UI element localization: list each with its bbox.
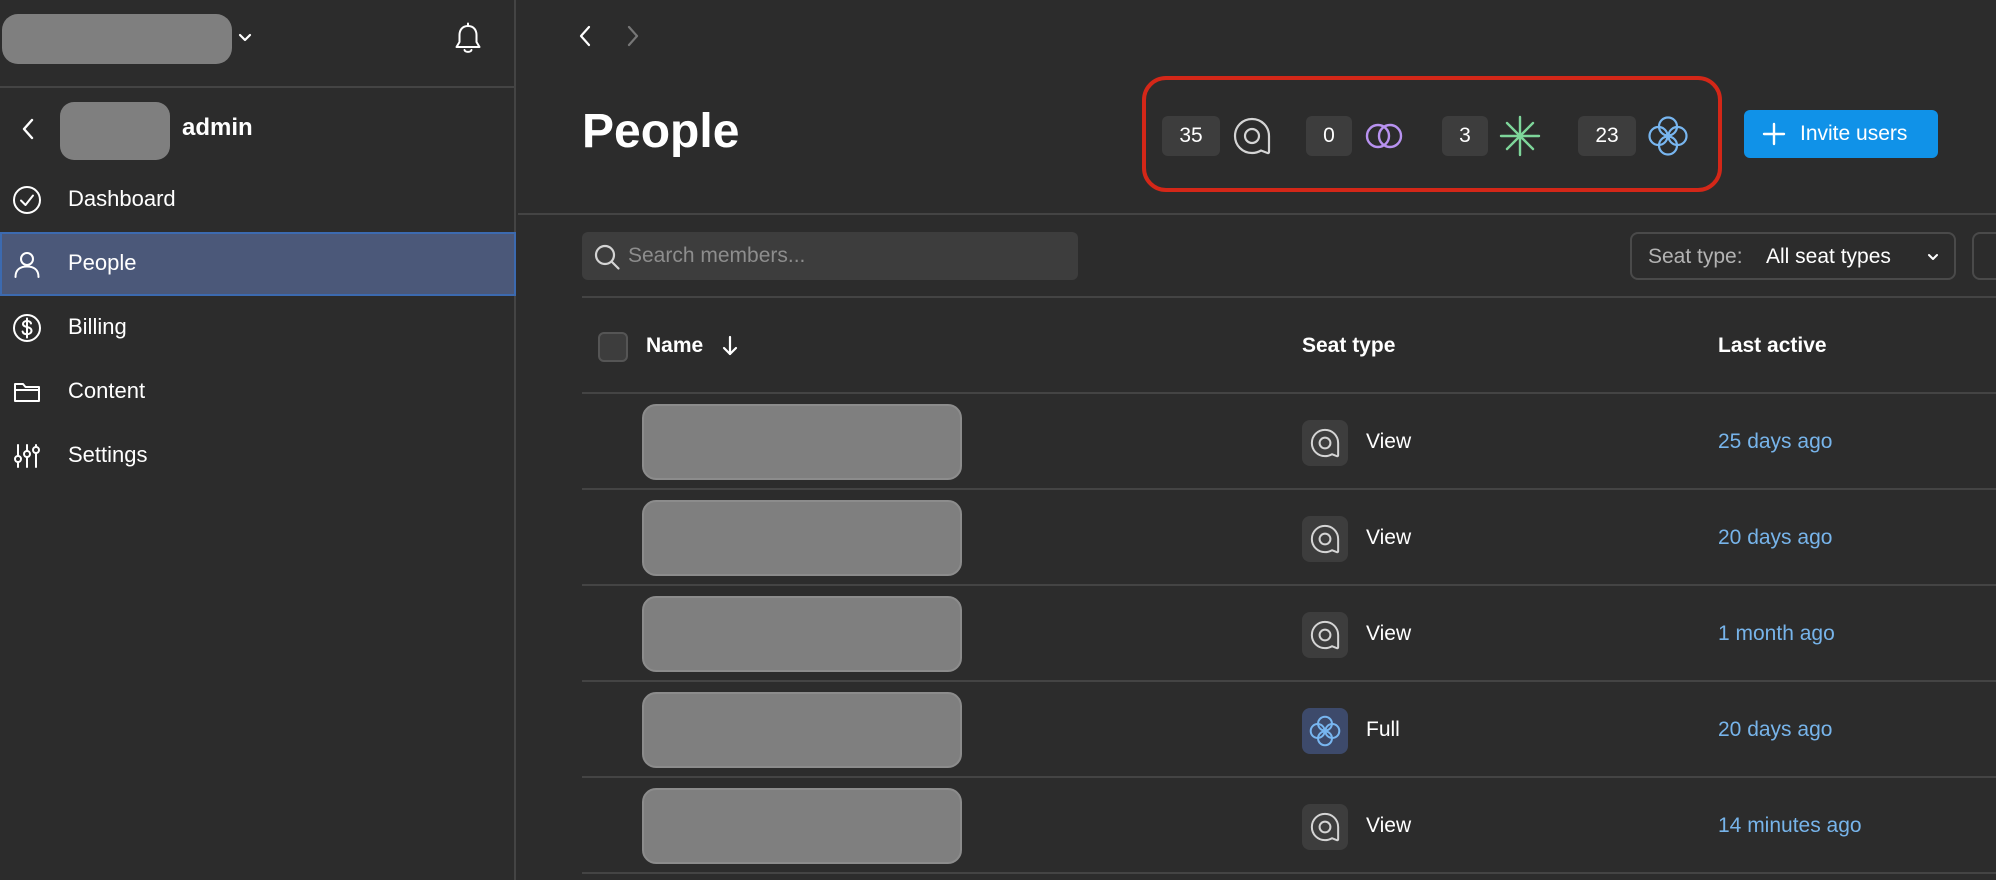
seat-badge <box>1302 612 1348 658</box>
last-active-value: 1 month ago <box>1718 622 1835 645</box>
admin-header: admin <box>0 100 516 160</box>
plus-icon <box>1762 122 1786 146</box>
view-seat-count: 35 <box>1162 116 1220 156</box>
collab-seat-count: 0 <box>1306 116 1352 156</box>
sort-arrow-icon[interactable] <box>720 334 740 358</box>
view-seat-icon <box>1310 812 1340 842</box>
sidebar-item-content[interactable]: Content <box>0 360 516 424</box>
sidebar: admin Dashboard People Billing Content S… <box>0 0 516 880</box>
chevron-down-icon <box>1928 254 1938 260</box>
last-active-value: 20 days ago <box>1718 718 1833 741</box>
table-row[interactable]: View 1 month ago <box>582 586 1996 682</box>
sidebar-item-people[interactable]: People <box>0 232 516 296</box>
sidebar-item-billing[interactable]: Billing <box>0 296 516 360</box>
full-seat-count: 23 <box>1578 116 1636 156</box>
table-row[interactable]: View 20 days ago <box>582 490 1996 586</box>
invite-users-button[interactable]: Invite users <box>1744 110 1938 158</box>
member-name-redacted <box>642 596 962 672</box>
sidebar-item-label: Content <box>68 378 146 403</box>
invite-users-label: Invite users <box>1800 122 1908 145</box>
table-header: Name Seat type Last active <box>582 296 1996 394</box>
admin-label: admin <box>182 114 253 141</box>
seat-type-label[interactable]: View <box>1366 622 1411 646</box>
sidebar-item-label: People <box>68 250 137 275</box>
sliders-icon <box>14 444 40 468</box>
member-name-redacted <box>642 404 962 480</box>
column-header-last-active[interactable]: Last active <box>1718 334 1827 358</box>
chevron-left-icon[interactable] <box>574 22 596 50</box>
seat-badge <box>1302 420 1348 466</box>
sidebar-item-label: Billing <box>68 314 127 339</box>
collab-seat-icon <box>1365 123 1403 149</box>
view-seat-icon <box>1310 428 1340 458</box>
chevron-right-icon[interactable] <box>622 22 644 50</box>
table-row[interactable]: View 25 days ago <box>582 394 1996 490</box>
seat-badge <box>1302 804 1348 850</box>
filter-label: Seat type: <box>1648 245 1743 268</box>
folder-icon <box>14 383 40 402</box>
select-all-checkbox[interactable] <box>598 332 628 362</box>
seat-badge <box>1302 516 1348 562</box>
sidebar-header <box>0 0 516 88</box>
search-input[interactable] <box>628 232 1068 280</box>
seat-badge <box>1302 708 1348 754</box>
member-name-redacted <box>642 788 962 864</box>
view-seat-icon <box>1310 524 1340 554</box>
last-active-value: 20 days ago <box>1718 526 1833 549</box>
org-avatar <box>60 102 170 160</box>
org-switcher[interactable] <box>2 14 232 64</box>
back-arrow-icon[interactable] <box>18 116 38 142</box>
member-name-redacted <box>642 500 962 576</box>
seat-type-label[interactable]: View <box>1366 430 1411 454</box>
filter-value: All seat types <box>1766 245 1891 268</box>
full-seat-icon <box>1309 715 1341 747</box>
seat-summary: 35 0 3 23 <box>1142 76 1722 192</box>
column-header-seat-type[interactable]: Seat type <box>1302 334 1395 358</box>
header-divider <box>518 213 1996 215</box>
sidebar-item-dashboard[interactable]: Dashboard <box>0 168 516 232</box>
seat-type-filter[interactable]: Seat type: All seat types <box>1630 232 1956 280</box>
dev-seat-icon <box>1499 115 1541 157</box>
additional-filter[interactable] <box>1972 232 1996 280</box>
table-row[interactable]: Full 20 days ago <box>582 682 1996 778</box>
column-header-name[interactable]: Name <box>646 334 703 358</box>
view-seat-icon <box>1233 117 1271 155</box>
view-seat-icon <box>1310 620 1340 650</box>
last-active-value: 25 days ago <box>1718 430 1833 453</box>
last-active-value: 14 minutes ago <box>1718 814 1862 837</box>
full-seat-icon <box>1648 116 1688 156</box>
dev-seat-count: 3 <box>1442 116 1488 156</box>
seat-type-label[interactable]: View <box>1366 526 1411 550</box>
sidebar-item-label: Dashboard <box>68 186 176 211</box>
check-circle-icon <box>13 186 41 214</box>
sidebar-item-label: Settings <box>68 442 148 467</box>
person-icon <box>14 252 40 278</box>
chevron-down-icon[interactable] <box>236 28 254 46</box>
member-name-redacted <box>642 692 962 768</box>
bell-icon[interactable] <box>452 22 484 56</box>
main-content: People 35 0 3 23 Invite users Search mem… <box>518 0 1996 880</box>
search-box[interactable] <box>582 232 1078 280</box>
sidebar-item-settings[interactable]: Settings <box>0 424 516 488</box>
table-row[interactable]: View 14 minutes ago <box>582 778 1996 874</box>
seat-type-label[interactable]: View <box>1366 814 1411 838</box>
search-icon <box>594 244 620 270</box>
seat-type-label[interactable]: Full <box>1366 718 1400 742</box>
page-title: People <box>582 105 740 158</box>
dollar-circle-icon <box>13 314 41 342</box>
